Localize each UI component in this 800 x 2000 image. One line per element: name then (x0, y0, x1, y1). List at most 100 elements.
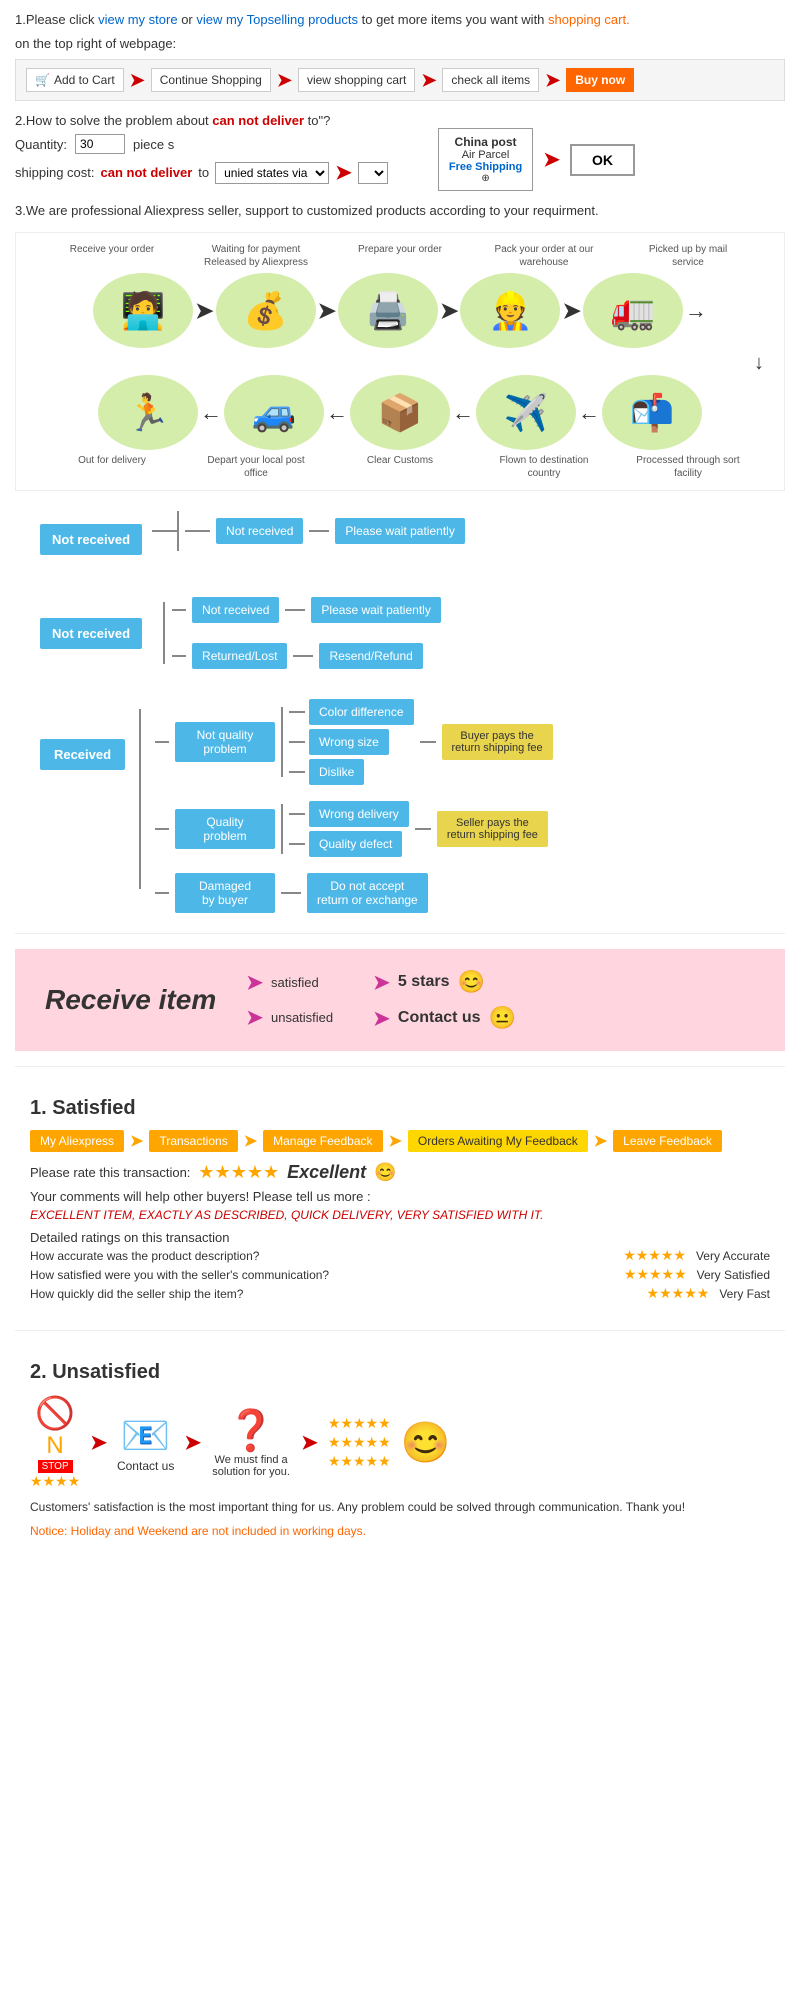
satisfied-label: satisfied (271, 975, 319, 990)
rating-row-2: How quickly did the seller ship the item… (30, 1285, 770, 1302)
proc-label-9: Out for delivery (57, 454, 167, 480)
check-items-btn[interactable]: check all items (442, 68, 539, 92)
proc-icon-4: 🚛 (583, 273, 683, 348)
proc-icon-5: 📬 (602, 375, 702, 450)
rating-q0: How accurate was the product description… (30, 1249, 613, 1263)
qty-input[interactable] (75, 134, 125, 154)
arrow4-icon: ➤ (545, 70, 560, 91)
rate-row: Please rate this transaction: ★★★★★ Exce… (30, 1162, 770, 1183)
find-solution-label: We must find a solution for you. (211, 1454, 291, 1478)
stop-icon: STOP (38, 1460, 73, 1473)
not-received-sub-b: Returned/Lost (192, 643, 287, 669)
proc-arrow-8: ← (200, 400, 222, 426)
contact-us-label: Contact us (398, 1009, 481, 1027)
proc-down-arrow: ↓ (26, 352, 764, 375)
arrow3-icon: ➤ (421, 70, 436, 91)
proc-arrow-3: ➤ (562, 298, 580, 324)
unsat-arrow-2: ➤ (301, 1430, 318, 1455)
fb-arrow-1: ➤ (244, 1131, 257, 1151)
section1-text: 1.Please click view my store or view my … (15, 10, 785, 30)
proc-arrow-6: ← (452, 400, 474, 426)
satisfied-section: 1. Satisfied My Aliexpress ➤ Transaction… (15, 1077, 785, 1320)
proc-arrow-0: ➤ (195, 298, 213, 324)
view-topselling-link[interactable]: view my Topselling products (196, 12, 358, 27)
rating-label-0: Very Accurate (696, 1249, 770, 1263)
unsatisfied-section: 2. Unsatisfied 🚫 N STOP ★★★★ ➤ 📧 Contact… (15, 1341, 785, 1548)
not-received-main: Not received (40, 524, 142, 555)
proc-icon-2: 🖨️ (338, 273, 438, 348)
not-received-outcome1: Please wait patiently (335, 518, 464, 544)
smiley-group: 😊 (401, 1419, 451, 1466)
contact-us-label2: Contact us (117, 1459, 174, 1473)
wrong-delivery-box: Wrong delivery (309, 801, 409, 827)
rating-row-0: How accurate was the product description… (30, 1247, 770, 1264)
receive-item-section: Receive item ➤ satisfied ➤ unsatisfied ➤… (15, 949, 785, 1051)
proc-label-8: Depart your local post office (201, 454, 311, 480)
feedback-flow: My Aliexpress ➤ Transactions ➤ Manage Fe… (30, 1130, 770, 1152)
ok-button[interactable]: OK (570, 144, 635, 176)
cart-icon: 🛒 (35, 73, 50, 87)
excellent-emoji: 😊 (374, 1162, 396, 1183)
no-return-box: Do not acceptreturn or exchange (307, 873, 428, 913)
issue-flowchart: Not received Not received Please wait pa… (15, 501, 785, 923)
stars-row-2: ★★★★★ (328, 1453, 391, 1470)
cart-flow: 🛒 Add to Cart ➤ Continue Shopping ➤ view… (15, 59, 785, 101)
buy-now-btn[interactable]: Buy now (566, 68, 634, 92)
proc-icon-0: 🧑‍💻 (93, 273, 193, 348)
not-received-sub-a: Not received (192, 597, 279, 623)
email-icon: 📧 (121, 1412, 171, 1459)
stars-row-0: ★★★★★ (328, 1415, 391, 1432)
china-post-box: China post Air Parcel Free Shipping ⊕ (438, 128, 533, 191)
fb-step-1: Transactions (149, 1130, 237, 1152)
proc-icon-1: 💰 (216, 273, 316, 348)
neutral-icon: 😐 (489, 1005, 516, 1031)
n-letter-icon: N (46, 1432, 63, 1460)
proc-icon-8: 🚙 (224, 375, 324, 450)
proc-icon-3: 👷 (460, 273, 560, 348)
red-comment: EXCELLENT ITEM, EXACTLY AS DESCRIBED, QU… (30, 1208, 770, 1222)
fb-step-0: My Aliexpress (30, 1130, 124, 1152)
continue-shopping-btn[interactable]: Continue Shopping (151, 68, 271, 92)
unsatisfied-label: unsatisfied (271, 1010, 333, 1025)
buyer-pays-box: Buyer pays thereturn shipping fee (442, 724, 553, 760)
country-dropdown[interactable]: unied states via (215, 162, 329, 184)
qty-label: Quantity: (15, 137, 67, 152)
section1: 1.Please click view my store or view my … (15, 10, 785, 101)
rating-row-1: How satisfied were you with the seller's… (30, 1266, 770, 1283)
not-received-sub1: Not received (216, 518, 303, 544)
detailed-title: Detailed ratings on this transaction (30, 1230, 770, 1245)
notice-text: Customers' satisfaction is the most impo… (30, 1500, 770, 1514)
proc-label-4: Picked up by mail service (633, 243, 743, 269)
rating-label-1: Very Satisfied (697, 1268, 770, 1282)
not-received-out-a: Please wait patiently (311, 597, 440, 623)
arrow2-icon: ➤ (277, 70, 292, 91)
dislike-box: Dislike (309, 759, 364, 785)
view-cart-btn[interactable]: view shopping cart (298, 68, 415, 92)
fb-step-4: Leave Feedback (613, 1130, 722, 1152)
add-to-cart-btn[interactable]: 🛒 Add to Cart (26, 68, 124, 92)
shipping-process: Receive your order Waiting for payment R… (15, 232, 785, 491)
proc-icon-7: 📦 (350, 375, 450, 450)
stars-group: ★★★★★ ★★★★★ ★★★★★ (328, 1415, 391, 1470)
proc-label-1: Waiting for payment Released by Aliexpre… (201, 243, 311, 269)
not-received-out-b: Resend/Refund (319, 643, 422, 669)
arrow1-icon: ➤ (130, 70, 145, 91)
proc-label-0: Receive your order (57, 243, 167, 269)
view-store-link[interactable]: view my store (98, 12, 177, 27)
arrow-satisfied: ➤ (246, 970, 263, 995)
not-received-box: Not received (40, 618, 142, 649)
unsat-flow: 🚫 N STOP ★★★★ ➤ 📧 Contact us ➤ ❓ We must… (30, 1394, 770, 1490)
unsat-arrow-0: ➤ (90, 1430, 107, 1455)
fb-step-3: Orders Awaiting My Feedback (408, 1130, 588, 1152)
damaged-box: Damagedby buyer (175, 873, 275, 913)
proc-icon-6: ✈️ (476, 375, 576, 450)
section3: 3.We are professional Aliexpress seller,… (15, 203, 785, 218)
proc-icon-9: 🏃 (98, 375, 198, 450)
shipping-method-dropdown[interactable] (358, 162, 388, 184)
faded-stars-0: ★★★★ (30, 1473, 80, 1490)
quality-defect-box: Quality defect (309, 831, 402, 857)
stars-row-1: ★★★★★ (328, 1434, 391, 1451)
no-icon-group: 🚫 N STOP ★★★★ (30, 1394, 80, 1490)
comment-text: Your comments will help other buyers! Pl… (30, 1189, 770, 1204)
rating-label-2: Very Fast (719, 1287, 770, 1301)
